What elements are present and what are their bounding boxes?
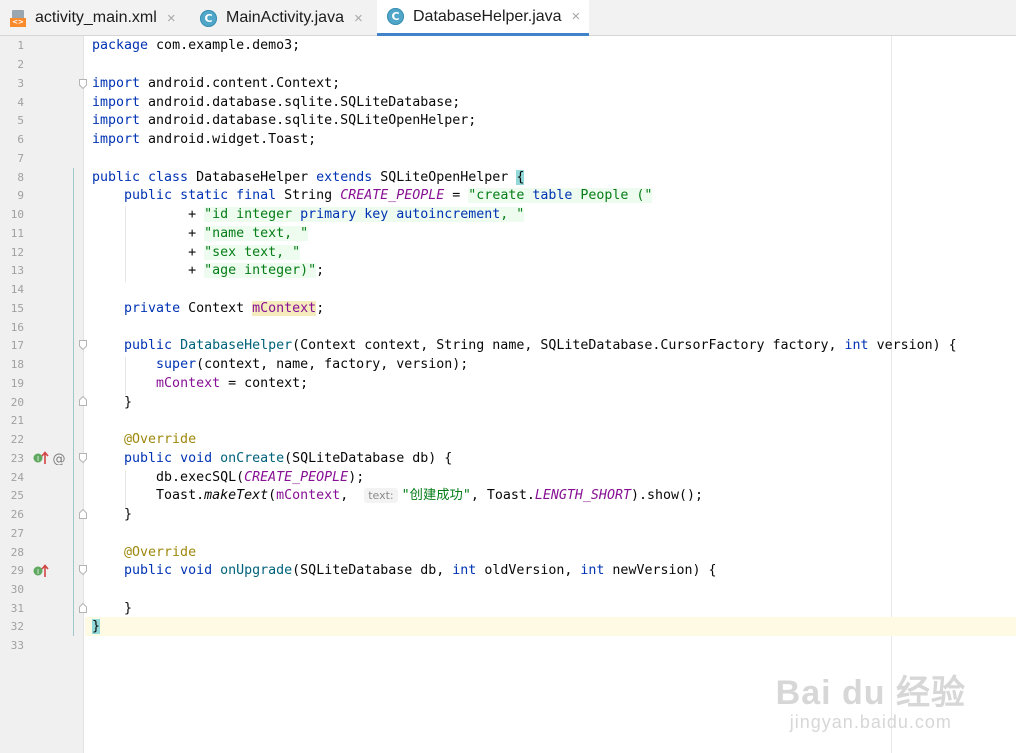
- line-number: 33: [10, 639, 24, 652]
- line-number: 3: [17, 77, 24, 90]
- tab-label: DatabaseHelper.java: [413, 7, 562, 25]
- line-number: 23: [10, 452, 24, 465]
- code-line-9: public static final String CREATE_PEOPLE…: [124, 188, 653, 203]
- tab-label: MainActivity.java: [226, 9, 344, 26]
- line-number: 7: [17, 152, 24, 165]
- line-number: 26: [10, 508, 24, 521]
- line-number: 2: [17, 58, 24, 71]
- line-number: 19: [10, 377, 24, 390]
- code-line-29: public void onUpgrade(SQLiteDatabase db,…: [124, 563, 717, 578]
- code-line-11: + "name text, ": [92, 226, 309, 241]
- line-number: 8: [17, 171, 24, 184]
- line-number: 6: [17, 133, 24, 146]
- tab-database-helper-java[interactable]: C DatabaseHelper.java ×: [377, 0, 589, 36]
- line-number: 21: [10, 414, 24, 427]
- line-number: 9: [17, 189, 24, 202]
- svg-text:@: @: [53, 452, 66, 465]
- right-margin-guide: [891, 36, 892, 753]
- line-number: 4: [17, 96, 24, 109]
- line-number: 32: [10, 620, 24, 633]
- line-number: 22: [10, 433, 24, 446]
- line-number: 5: [17, 114, 24, 127]
- line-number: 25: [10, 489, 24, 502]
- line-number: 31: [10, 602, 24, 615]
- code-line-12: + "sex text, ": [92, 245, 301, 260]
- line-number: 15: [10, 302, 24, 315]
- code-line-26: }: [92, 507, 133, 522]
- line-number: 30: [10, 583, 24, 596]
- override-annotation-icon[interactable]: @: [52, 450, 66, 466]
- baidu-jingyan-watermark: Bai du 经验 jingyan.baidu.com: [776, 665, 966, 733]
- parameter-hint: text:: [364, 488, 398, 503]
- watermark-url: jingyan.baidu.com: [789, 712, 952, 732]
- xml-file-icon: <>: [10, 9, 26, 27]
- svg-text:I: I: [37, 455, 39, 463]
- line-number: 16: [10, 321, 24, 334]
- line-number: 28: [10, 546, 24, 559]
- line-number: 11: [10, 227, 24, 240]
- code-line-15: private Context mContext;: [124, 301, 325, 316]
- code-line-3: import android.content.Context;: [92, 76, 341, 91]
- implements-method-icon[interactable]: I: [33, 450, 49, 466]
- code-line-4: import android.database.sqlite.SQLiteDat…: [92, 95, 461, 110]
- line-number: 18: [10, 358, 24, 371]
- code-line-1: package com.example.demo3;: [92, 38, 301, 53]
- code-line-23: public void onCreate(SQLiteDatabase db) …: [124, 451, 453, 466]
- editor-tab-bar: <> activity_main.xml × C MainActivity.ja…: [0, 0, 1016, 36]
- close-icon[interactable]: ×: [167, 10, 176, 27]
- svg-text:I: I: [37, 568, 39, 576]
- line-number: 10: [10, 208, 24, 221]
- code-line-28: @Override: [92, 545, 197, 560]
- code-line-8: public class DatabaseHelper extends SQLi…: [92, 170, 525, 185]
- code-line-13: + "age integer)";: [92, 263, 325, 278]
- code-line-31: }: [92, 601, 133, 616]
- watermark-brand: Bai du 经验: [775, 674, 966, 712]
- implements-method-icon[interactable]: I: [33, 563, 49, 579]
- code-line-22: @Override: [92, 432, 197, 447]
- code-line-25: Toast.makeText(mContext, text: "创建成功", To…: [92, 488, 704, 503]
- line-number: 1: [17, 39, 24, 52]
- close-icon[interactable]: ×: [354, 10, 363, 27]
- line-number: 12: [10, 246, 24, 259]
- code-line-32: }: [92, 619, 101, 634]
- code-line-6: import android.widget.Toast;: [92, 132, 317, 147]
- tab-main-activity-java[interactable]: C MainActivity.java ×: [190, 0, 376, 36]
- java-class-icon: C: [387, 8, 404, 25]
- code-line-19: mContext = context;: [156, 376, 309, 391]
- code-line-5: import android.database.sqlite.SQLiteOpe…: [92, 113, 477, 128]
- line-number: 17: [10, 339, 24, 352]
- close-icon[interactable]: ×: [572, 8, 581, 25]
- code-line-20: }: [92, 395, 133, 410]
- code-line-18: super(context, name, factory, version);: [156, 357, 469, 372]
- tab-label: activity_main.xml: [35, 9, 157, 26]
- line-number: 20: [10, 396, 24, 409]
- code-line-17: public DatabaseHelper(Context context, S…: [124, 338, 957, 353]
- line-number: 14: [10, 283, 24, 296]
- tab-activity-main-xml[interactable]: <> activity_main.xml ×: [0, 0, 188, 36]
- line-number: 27: [10, 527, 24, 540]
- code-line-10: + "id integer primary key autoincrement,…: [92, 207, 525, 222]
- line-number: 13: [10, 264, 24, 277]
- scope-indicator: [73, 168, 74, 636]
- line-number: 24: [10, 471, 24, 484]
- line-number: 29: [10, 564, 24, 577]
- code-line-24: db.execSQL(CREATE_PEOPLE);: [92, 470, 365, 485]
- caret-line-highlight: [85, 617, 1016, 636]
- java-class-icon: C: [200, 9, 217, 27]
